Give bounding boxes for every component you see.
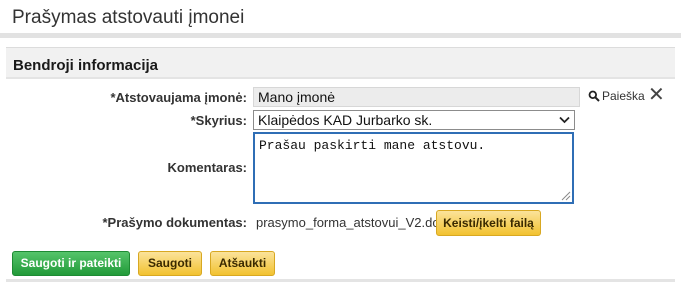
save-button[interactable]: Saugoti (138, 251, 202, 276)
document-file-name: prasymo_forma_atstovui_V2.doc (256, 215, 447, 230)
department-selected-value: Klaipėdos KAD Jurbarko sk. (258, 112, 433, 128)
search-icon (588, 90, 600, 102)
department-label: *Skyrius: (190, 113, 247, 128)
cancel-button[interactable]: Atšaukti (210, 251, 275, 276)
company-label: *Atstovaujama įmonė: (110, 90, 247, 105)
close-icon[interactable]: ✕ (648, 84, 665, 106)
company-field: Mano įmonė (253, 87, 580, 107)
search-link-label: Paieška (602, 89, 645, 103)
department-select[interactable]: Klaipėdos KAD Jurbarko sk. (253, 110, 575, 130)
comment-textarea[interactable]: Prašau paskirti mane atstovu. (253, 132, 574, 204)
title-bar: Prašymas atstovauti įmonei (0, 0, 681, 38)
save-submit-button[interactable]: Saugoti ir pateikti (12, 251, 130, 276)
chevron-down-icon (559, 116, 570, 124)
change-file-button[interactable]: Keisti/įkelti failą (436, 210, 541, 236)
page-title: Prašymas atstovauti įmonei (12, 7, 245, 28)
document-label: *Prašymo dokumentas: (102, 215, 248, 230)
search-link[interactable]: Paieška (588, 89, 645, 103)
footer-divider (6, 279, 675, 282)
section-header: Bendroji informacija (6, 47, 675, 79)
resize-grip-icon[interactable] (560, 190, 571, 201)
section-title: Bendroji informacija (13, 57, 159, 74)
comment-label: Komentaras: (167, 160, 247, 175)
